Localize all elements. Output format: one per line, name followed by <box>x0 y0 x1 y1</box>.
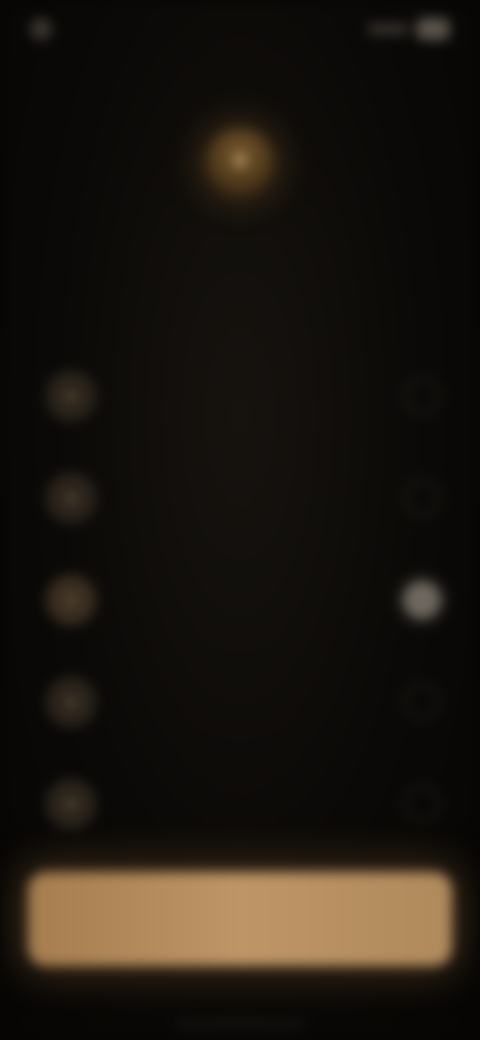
option-item-1[interactable]: ● <box>34 345 446 447</box>
option-glyph: ● <box>64 588 78 611</box>
option-glyph: ● <box>64 384 78 407</box>
continue-button[interactable] <box>28 872 452 966</box>
radio-button-selected[interactable] <box>404 582 440 618</box>
option-item-3[interactable]: ● <box>34 549 446 651</box>
option-glyph: ● <box>64 690 78 713</box>
status-bar <box>30 14 450 44</box>
radio-button[interactable] <box>404 684 440 720</box>
app-dot-icon <box>30 18 52 40</box>
title-block <box>40 232 440 246</box>
radio-button[interactable] <box>404 480 440 516</box>
radio-button[interactable] <box>404 378 440 414</box>
option-glyph: ● <box>64 486 78 509</box>
option-glyph: ● <box>64 792 78 815</box>
signal-icon <box>368 24 408 34</box>
option-item-5[interactable]: ● <box>34 753 446 855</box>
option-icon: ● <box>46 371 96 421</box>
option-icon: ● <box>46 779 96 829</box>
option-icon: ● <box>46 575 96 625</box>
option-item-4[interactable]: ● <box>34 651 446 753</box>
status-right <box>368 18 450 40</box>
hero-glyph: ✦ <box>228 146 252 177</box>
breadcrumb <box>44 64 244 84</box>
battery-icon <box>416 18 450 40</box>
option-icon: ● <box>46 677 96 727</box>
status-left <box>30 18 62 40</box>
options-list: ● ● ● ● ● <box>34 345 446 855</box>
radio-button[interactable] <box>404 786 440 822</box>
hero-star-icon: ✦ <box>206 128 274 196</box>
option-icon: ● <box>46 473 96 523</box>
app-screen: ✦ ● ● ● ● ● <box>0 0 480 1040</box>
option-item-2[interactable]: ● <box>34 447 446 549</box>
home-indicator[interactable] <box>176 1021 304 1026</box>
